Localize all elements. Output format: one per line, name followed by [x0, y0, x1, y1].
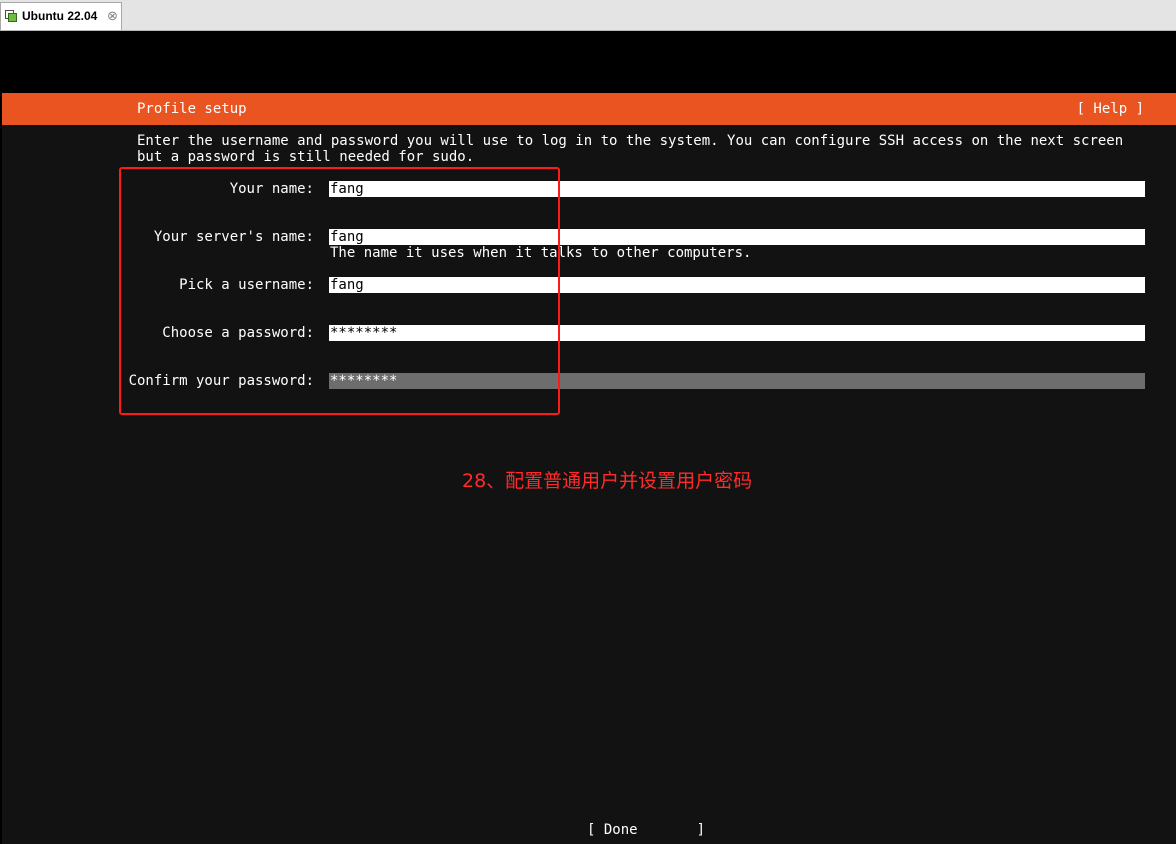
- annotation-text: 28、配置普通用户并设置用户密码: [462, 470, 753, 492]
- installer-header: Profile setup [ Help ]: [2, 93, 1176, 125]
- help-button[interactable]: [ Help ]: [1077, 101, 1144, 117]
- vm-icon: [5, 10, 17, 22]
- highlight-box: [119, 167, 560, 415]
- tab-bar: Ubuntu 22.04 ⊗: [0, 0, 1176, 31]
- description-text: Enter the username and password you will…: [137, 133, 1124, 165]
- tab-label: Ubuntu 22.04: [22, 9, 98, 23]
- close-icon[interactable]: ⊗: [107, 8, 118, 24]
- done-button[interactable]: [ Done ]: [587, 822, 705, 838]
- tab-ubuntu-vm[interactable]: Ubuntu 22.04 ⊗: [0, 2, 122, 30]
- page-title: Profile setup: [137, 101, 247, 117]
- vm-screen[interactable]: Profile setup [ Help ] Enter the usernam…: [0, 31, 1176, 844]
